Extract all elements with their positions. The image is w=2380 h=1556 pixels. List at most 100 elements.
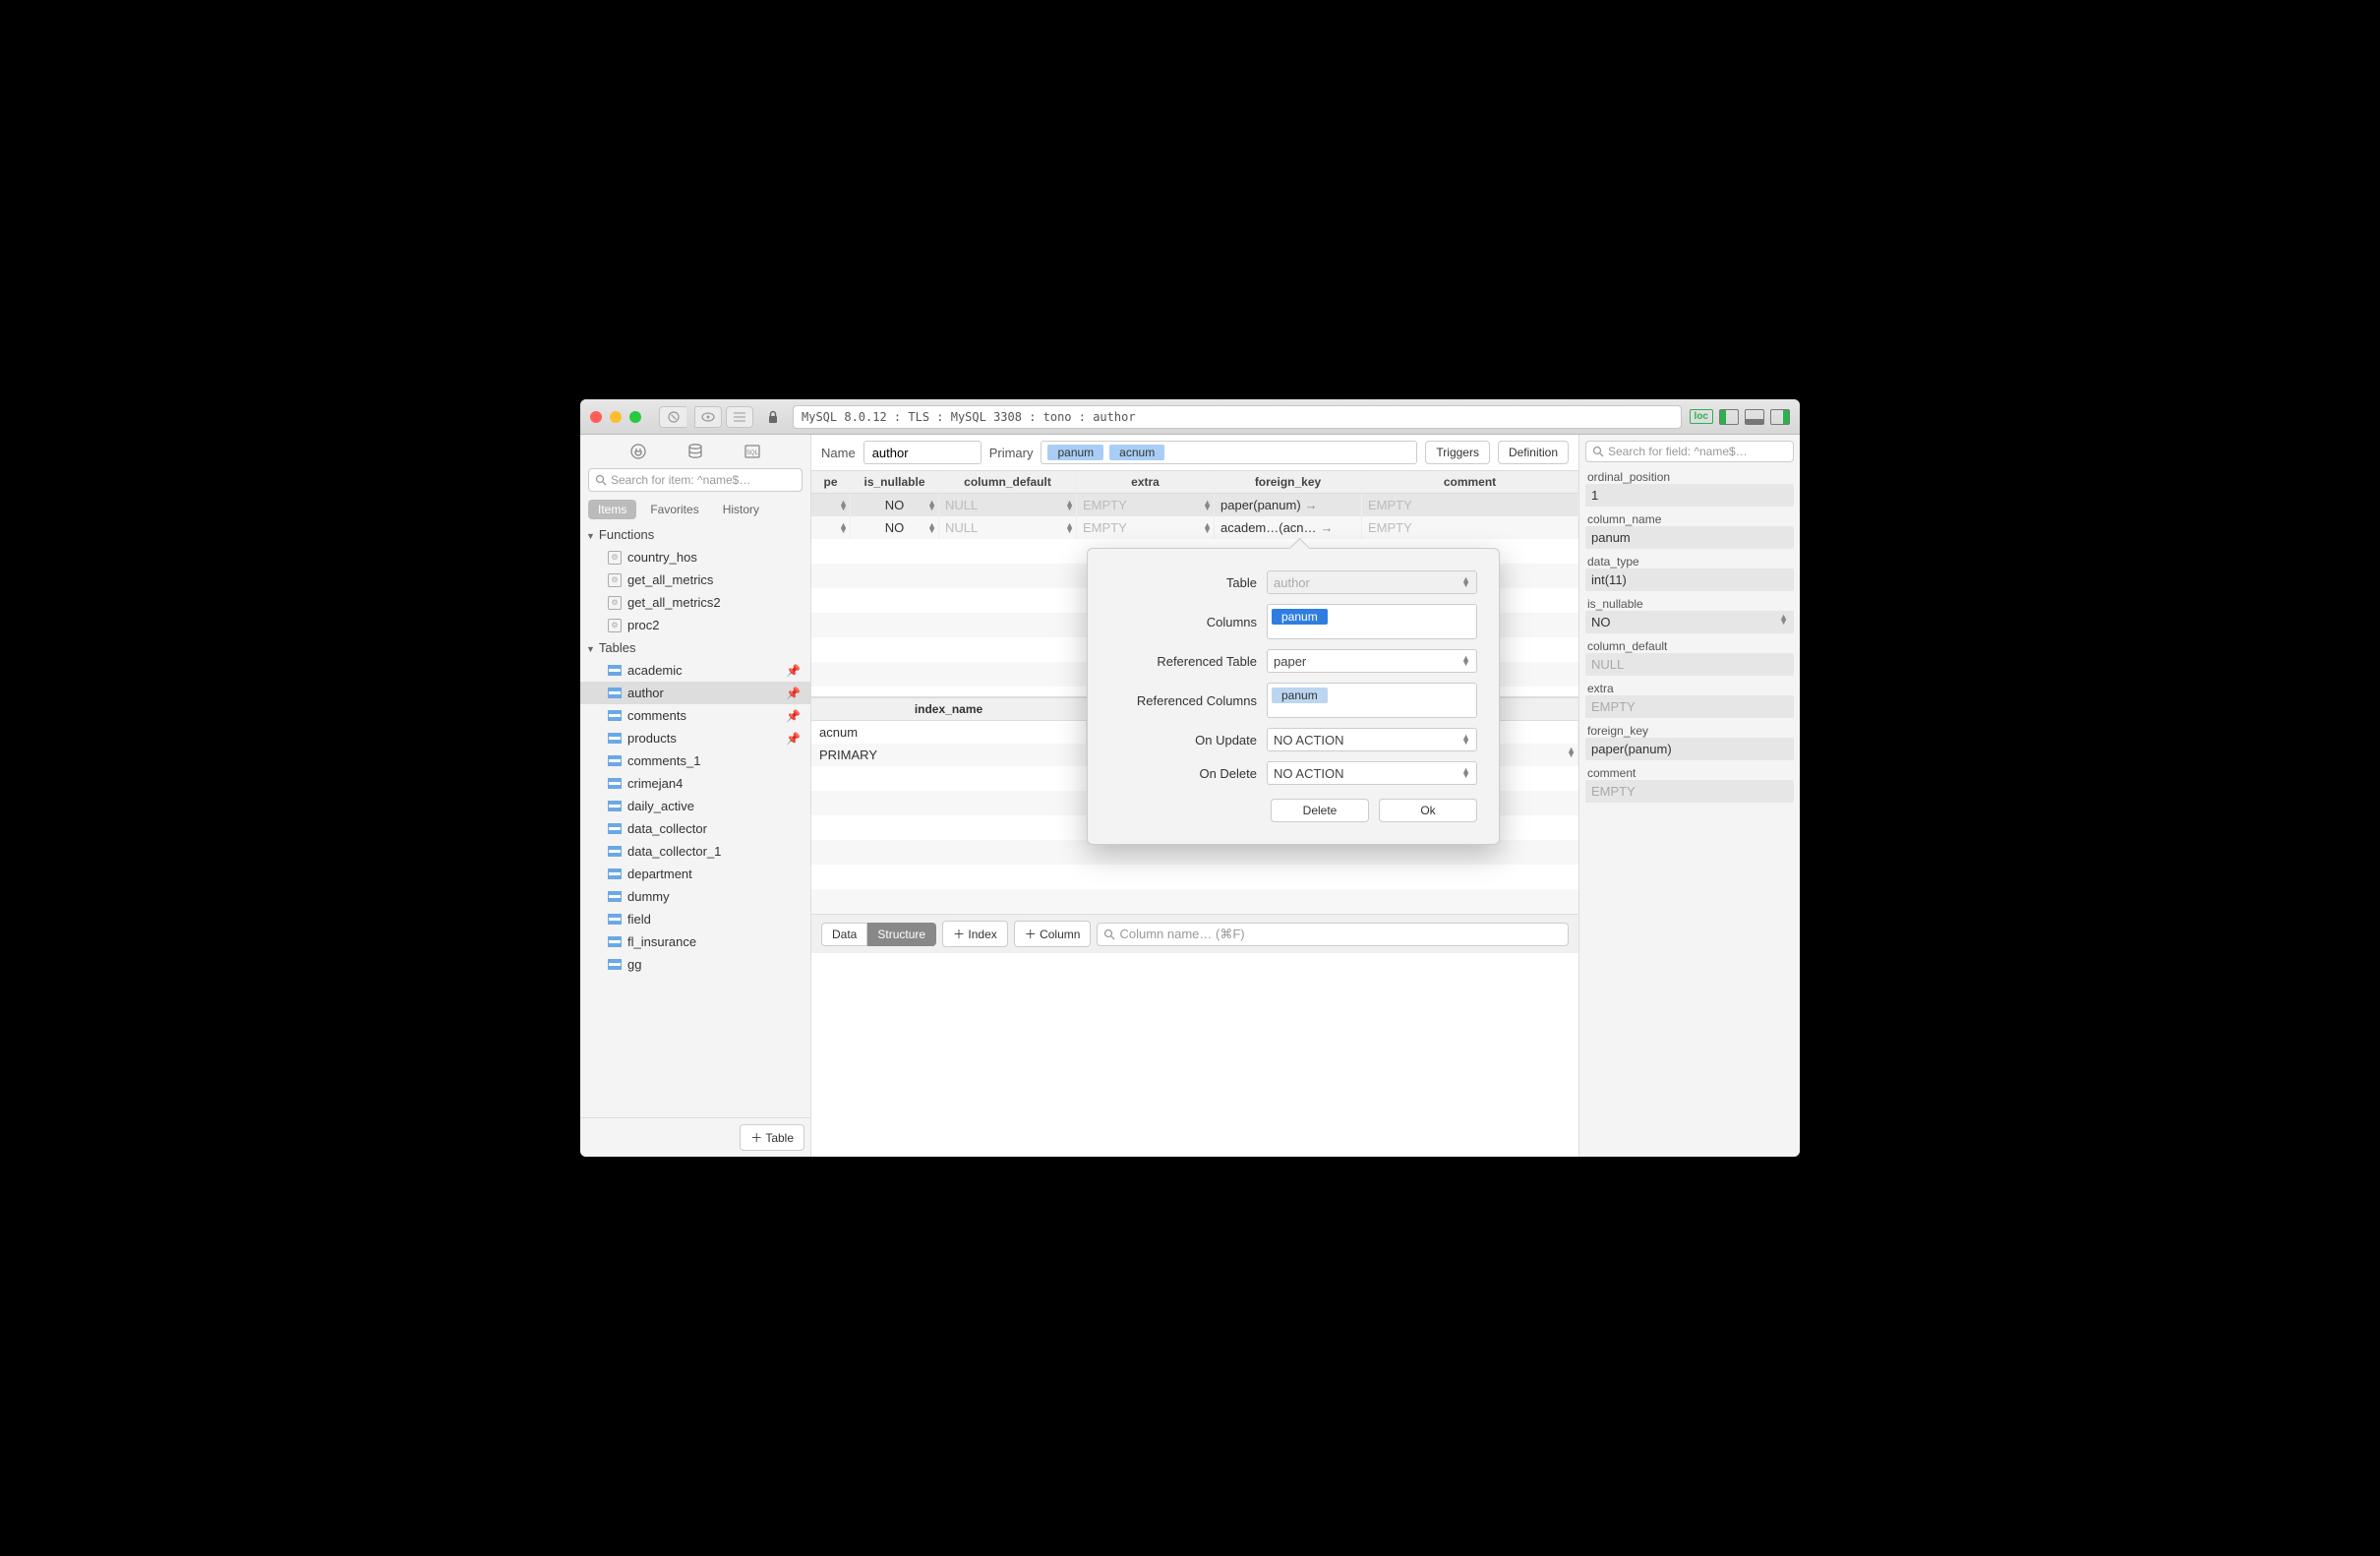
bottom-panel-toggle[interactable] [1745,409,1764,425]
inspector-value[interactable]: NULL [1585,653,1794,676]
pin-icon[interactable]: 📌 [786,664,801,678]
fk-columns-box[interactable]: panum [1267,604,1477,639]
inspector-value[interactable]: int(11) [1585,569,1794,591]
inspector-value[interactable]: NO▲▼ [1585,611,1794,633]
stepper-icon[interactable]: ▲▼ [1065,523,1074,533]
stepper-icon[interactable]: ▲▼ [1203,501,1212,510]
triggers-button[interactable]: Triggers [1425,441,1490,464]
sidebar-item-function[interactable]: ⚙get_all_metrics2 [580,591,810,614]
add-column-button[interactable]: ＋ Column [1014,921,1092,947]
tab-items[interactable]: Items [588,500,636,519]
fk-onupdate-select[interactable]: NO ACTION▲▼ [1267,728,1477,751]
stepper-icon[interactable]: ▲▼ [1203,523,1212,533]
col-header[interactable]: foreign_key [1215,471,1362,493]
tab-history[interactable]: History [713,500,769,519]
database-icon[interactable] [686,443,704,460]
col-header[interactable]: comment [1362,471,1578,493]
connection-path[interactable]: MySQL 8.0.12 : TLS : MySQL 3308 : tono :… [793,405,1682,429]
sidebar-item-table[interactable]: gg [580,953,810,976]
col-header[interactable]: extra [1077,471,1215,493]
fk-refcols-label: Referenced Columns [1109,693,1257,708]
fk-reftable-select[interactable]: paper▲▼ [1267,649,1477,673]
col-header[interactable]: column_default [939,471,1077,493]
sidebar-item-table[interactable]: products📌 [580,727,810,749]
lines-button[interactable] [726,406,753,428]
fk-ok-button[interactable]: Ok [1379,799,1477,822]
sidebar-item-function[interactable]: ⚙proc2 [580,614,810,636]
sidebar-item-table[interactable]: department [580,863,810,885]
definition-button[interactable]: Definition [1498,441,1569,464]
arrow-icon[interactable]: → [1321,520,1334,535]
sidebar-item-table[interactable]: daily_active [580,795,810,817]
stop-button[interactable] [659,406,686,428]
col-header[interactable]: is_nullable [851,471,939,493]
pk-tag[interactable]: acnum [1109,445,1164,460]
inspector-value[interactable]: EMPTY [1585,695,1794,718]
add-index-button[interactable]: ＋ Index [942,921,1008,947]
fk-refcols-box[interactable]: panum [1267,683,1477,718]
stepper-icon[interactable]: ▲▼ [839,501,848,510]
structure-tab[interactable]: Structure [867,923,936,946]
sql-icon[interactable]: SQL [744,443,761,460]
view-button[interactable] [694,406,722,428]
data-tab[interactable]: Data [821,923,867,946]
stepper-icon[interactable]: ▲▼ [839,523,848,533]
sidebar-item-table[interactable]: data_collector_1 [580,840,810,863]
pin-icon[interactable]: 📌 [786,732,801,746]
sidebar-item-function[interactable]: ⚙country_hos [580,546,810,569]
column-row[interactable]: ▲▼NO▲▼NULL▲▼EMPTY▲▼academ…(acn…→EMPTY [811,516,1578,539]
stepper-icon[interactable]: ▲▼ [1779,615,1788,625]
maximize-button[interactable] [629,411,641,423]
stepper-icon[interactable]: ▲▼ [927,523,936,533]
sidebar-item-table[interactable]: field [580,908,810,930]
sidebar-item-table[interactable]: author📌 [580,682,810,704]
table-icon [608,755,622,766]
fk-delete-button[interactable]: Delete [1271,799,1369,822]
right-panel-toggle[interactable] [1770,409,1790,425]
fk-ondelete-select[interactable]: NO ACTION▲▼ [1267,761,1477,785]
section-functions[interactable]: Functions [580,523,810,546]
sidebar-item-table[interactable]: comments_1 [580,749,810,772]
item-label: proc2 [627,618,660,632]
idx-header[interactable]: index_name [811,698,1087,720]
sidebar-item-table[interactable]: crimejan4 [580,772,810,795]
stepper-icon[interactable]: ▲▼ [1461,768,1470,778]
col-header[interactable]: pe [811,471,851,493]
fk-column-chip[interactable]: panum [1272,609,1328,625]
fk-refcol-chip[interactable]: panum [1272,688,1328,703]
pin-icon[interactable]: 📌 [786,709,801,723]
add-table-button[interactable]: ＋ Table [740,1124,804,1151]
stepper-icon[interactable]: ▲▼ [1065,501,1074,510]
column-row[interactable]: ▲▼NO▲▼NULL▲▼EMPTY▲▼paper(panum)→EMPTY [811,494,1578,516]
table-name-input[interactable] [863,441,982,464]
stepper-icon[interactable]: ▲▼ [927,501,936,510]
stepper-icon[interactable]: ▲▼ [1461,656,1470,666]
stepper-icon[interactable]: ▲▼ [1461,735,1470,745]
sidebar-search[interactable]: Search for item: ^name$… [588,468,803,492]
close-button[interactable] [590,411,602,423]
item-label: data_collector_1 [627,844,721,859]
sidebar-item-table[interactable]: dummy [580,885,810,908]
inspector-value[interactable]: panum [1585,526,1794,549]
sidebar-item-table[interactable]: comments📌 [580,704,810,727]
minimize-button[interactable] [610,411,622,423]
sidebar-item-table[interactable]: data_collector [580,817,810,840]
inspector-search[interactable]: Search for field: ^name$… [1585,441,1794,462]
primary-key-box[interactable]: panum acnum [1041,441,1417,464]
inspector-value[interactable]: EMPTY [1585,780,1794,803]
left-panel-toggle[interactable] [1719,409,1739,425]
sidebar-item-table[interactable]: academic📌 [580,659,810,682]
pin-icon[interactable]: 📌 [786,687,801,700]
stepper-icon[interactable]: ▲▼ [1567,748,1576,757]
pk-tag[interactable]: panum [1047,445,1103,460]
inspector-value[interactable]: paper(panum) [1585,738,1794,760]
fk-reftable-label: Referenced Table [1109,654,1257,669]
section-tables[interactable]: Tables [580,636,810,659]
inspector-value[interactable]: 1 [1585,484,1794,507]
column-search[interactable]: Column name… (⌘F) [1097,923,1569,946]
sidebar-item-function[interactable]: ⚙get_all_metrics [580,569,810,591]
arrow-icon[interactable]: → [1305,498,1318,512]
sidebar-item-table[interactable]: fl_insurance [580,930,810,953]
tab-favorites[interactable]: Favorites [640,500,708,519]
plug-icon[interactable] [629,443,647,460]
